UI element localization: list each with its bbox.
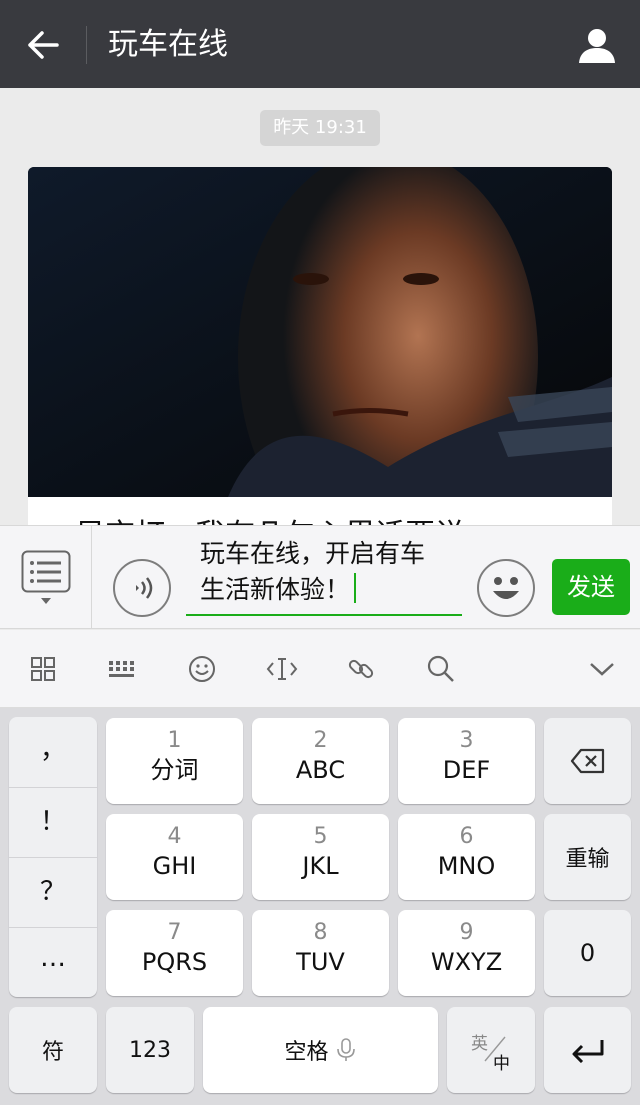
search-icon[interactable] — [421, 650, 461, 688]
key-number: 7 — [167, 920, 182, 945]
key-letters: JKL — [302, 852, 339, 880]
punct-divider — [9, 787, 97, 788]
keyboard-icon[interactable] — [102, 650, 142, 688]
space-key[interactable]: 空格 — [203, 1007, 438, 1093]
key-letters: DEF — [442, 756, 491, 784]
enter-key[interactable] — [544, 1007, 631, 1093]
cursor-move-icon[interactable] — [262, 650, 302, 688]
back-arrow-icon — [28, 31, 59, 59]
grid-apps-icon[interactable] — [23, 650, 63, 688]
key-number: 1 — [167, 728, 182, 753]
voice-input-button[interactable] — [113, 559, 171, 617]
send-button[interactable]: 发送 — [552, 559, 630, 615]
key-1[interactable]: 1 分词 — [106, 718, 243, 804]
smiley-icon — [493, 577, 519, 599]
key-4[interactable]: 4 GHI — [106, 814, 243, 900]
message-timestamp: 昨天 19:31 — [260, 110, 380, 146]
menu-toggle-button[interactable] — [0, 526, 92, 629]
chat-title: 玩车在线 — [108, 27, 228, 62]
punct-key[interactable]: ， — [9, 717, 97, 783]
message-input-line2: 生活新体验！ — [200, 575, 351, 604]
emoji-button[interactable] — [477, 559, 535, 617]
header-divider — [86, 26, 87, 64]
punct-divider — [9, 857, 97, 858]
message-input[interactable]: 玩车在线，开启有车 生活新体验！ — [186, 536, 462, 616]
key-7[interactable]: 7 PQRS — [106, 910, 243, 996]
profile-button[interactable] — [574, 22, 620, 68]
key-number: 4 — [167, 824, 182, 849]
key-letters: MNO — [437, 852, 496, 880]
t9-keyboard: ， ！ ？ … 1 分词 2 ABC 3 DEF 4 GHI 5 JKL 6 M… — [0, 708, 640, 1105]
key-9[interactable]: 9 WXYZ — [398, 910, 535, 996]
key-number: 8 — [313, 920, 328, 945]
emoji-panel-icon[interactable] — [182, 650, 222, 688]
key-0[interactable]: 0 — [544, 910, 631, 996]
key-number: 6 — [459, 824, 474, 849]
article-cover-image — [28, 167, 612, 567]
person-icon — [579, 29, 615, 63]
key-letters: ABC — [295, 756, 346, 784]
lang-zh-label: 中 — [493, 1054, 510, 1074]
key-letters: WXYZ — [430, 948, 503, 976]
symbol-key[interactable]: 符 — [9, 1007, 97, 1093]
collapse-chevron-icon[interactable] — [582, 650, 622, 688]
key-letters: PQRS — [141, 948, 208, 976]
key-2[interactable]: 2 ABC — [252, 718, 389, 804]
key-8[interactable]: 8 TUV — [252, 910, 389, 996]
keyboard-toolbar — [0, 630, 640, 708]
key-number: 2 — [313, 728, 328, 753]
text-caret — [354, 573, 357, 603]
link-icon[interactable] — [341, 650, 381, 688]
key-letters: 分词 — [150, 756, 199, 784]
key-number: 5 — [313, 824, 328, 849]
key-letters: TUV — [296, 948, 345, 976]
key-6[interactable]: 6 MNO — [398, 814, 535, 900]
reinput-key[interactable]: 重输 — [544, 814, 631, 900]
language-switch-key[interactable]: 英 中 — [447, 1007, 535, 1093]
punctuation-column: ， ！ ？ … — [9, 717, 97, 997]
lang-divider-icon — [484, 1036, 506, 1062]
list-menu-icon — [21, 550, 70, 604]
input-bar: 玩车在线，开启有车 生活新体验！ 发送 — [0, 525, 640, 629]
article-card[interactable]: · 吴京打：我有几句心里话要说 — [28, 167, 612, 567]
back-button[interactable] — [18, 22, 68, 68]
microphone-icon — [336, 1038, 355, 1061]
key-number: 9 — [459, 920, 474, 945]
backspace-icon — [570, 748, 604, 774]
key-5[interactable]: 5 JKL — [252, 814, 389, 900]
punct-key[interactable]: ？ — [9, 859, 97, 925]
key-3[interactable]: 3 DEF — [398, 718, 535, 804]
space-label: 空格 — [284, 1040, 329, 1065]
key-letters: GHI — [152, 852, 197, 880]
message-input-line1: 玩车在线，开启有车 — [200, 539, 426, 568]
punct-key[interactable]: … — [9, 925, 97, 991]
voice-icon — [136, 577, 153, 599]
key-number: 3 — [459, 728, 474, 753]
top-bar: 玩车在线 — [0, 0, 640, 88]
enter-arrow-icon — [572, 1040, 603, 1063]
numeric-key[interactable]: 123 — [106, 1007, 194, 1093]
punct-key[interactable]: ！ — [9, 789, 97, 855]
delete-key[interactable] — [544, 718, 631, 804]
